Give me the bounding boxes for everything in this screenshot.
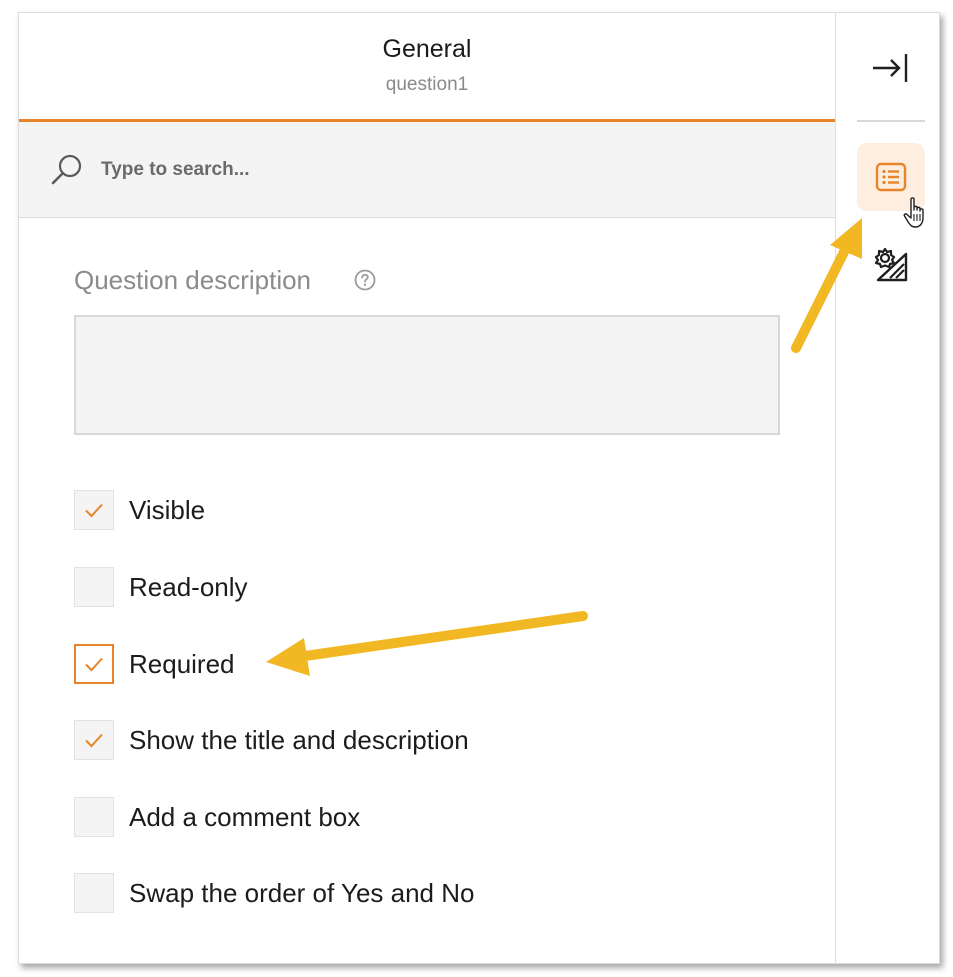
read-only-checkbox-row[interactable]: Read-only	[74, 566, 248, 608]
panel-subtitle: question1	[385, 74, 469, 95]
show-title-checkbox[interactable]	[74, 720, 114, 760]
comment-box-checkbox[interactable]	[74, 797, 114, 837]
show-title-label: Show the title and description	[129, 724, 469, 755]
panel-title: General	[382, 35, 472, 63]
checkmark-icon	[85, 503, 103, 518]
read-only-label: Read-only	[129, 571, 248, 602]
rail-divider	[857, 120, 925, 122]
general-properties-icon	[875, 162, 907, 192]
panel-header: General question1	[19, 13, 835, 119]
search-input[interactable]	[101, 152, 701, 188]
required-checkbox[interactable]	[74, 644, 114, 684]
property-grid-window: General question1 Question description V…	[18, 12, 940, 964]
search-bar	[19, 122, 835, 218]
swap-order-checkbox[interactable]	[74, 873, 114, 913]
comment-box-checkbox-row[interactable]: Add a comment box	[74, 796, 360, 838]
search-icon	[51, 154, 82, 185]
question-description-label: Question description	[74, 265, 312, 295]
visible-label: Visible	[129, 494, 206, 525]
logic-settings-button[interactable]	[869, 245, 913, 285]
hand-cursor-icon	[903, 197, 924, 228]
logic-settings-icon	[874, 247, 908, 282]
comment-box-label: Add a comment box	[129, 801, 361, 832]
visible-checkbox-row[interactable]: Visible	[74, 489, 205, 531]
question-description-input[interactable]	[74, 315, 780, 435]
required-label: Required	[129, 648, 235, 679]
collapse-panel-icon[interactable]	[871, 51, 911, 85]
visible-checkbox[interactable]	[74, 490, 114, 530]
swap-order-checkbox-row[interactable]: Swap the order of Yes and No	[74, 872, 474, 914]
checkmark-icon	[85, 657, 103, 672]
read-only-checkbox[interactable]	[74, 567, 114, 607]
help-icon[interactable]	[354, 269, 376, 291]
checkmark-icon	[85, 733, 103, 748]
sidebar-divider	[835, 13, 836, 963]
swap-order-label: Swap the order of Yes and No	[129, 877, 475, 908]
required-checkbox-row[interactable]: Required	[74, 643, 235, 685]
properties-panel: General question1 Question description V…	[19, 13, 835, 963]
show-title-checkbox-row[interactable]: Show the title and description	[74, 719, 469, 761]
